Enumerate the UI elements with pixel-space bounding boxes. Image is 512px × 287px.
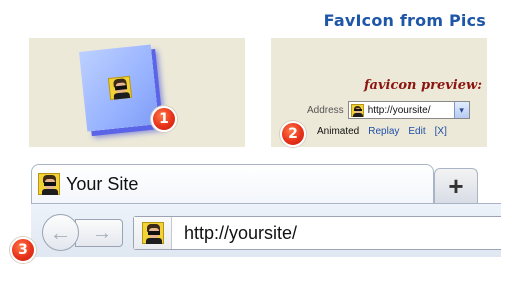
page-title: FavIcon from Pics: [323, 11, 486, 30]
dropdown-arrow-icon[interactable]: ▾: [453, 102, 469, 118]
url-bar[interactable]: http://yoursite/: [133, 216, 501, 250]
url-text: http://yoursite/: [184, 222, 298, 243]
forward-arrow-icon[interactable]: →: [75, 219, 123, 247]
new-tab-icon[interactable]: +: [434, 168, 478, 203]
replay-link[interactable]: Replay: [368, 126, 399, 137]
edit-link[interactable]: Edit: [408, 126, 425, 137]
favicon-source-panel: 1: [29, 38, 245, 147]
step-badge-1: 1: [151, 106, 177, 132]
tab-title: Your Site: [66, 173, 139, 194]
back-arrow-icon[interactable]: ←: [42, 214, 79, 251]
close-link[interactable]: [X]: [435, 126, 447, 137]
navigation-toolbar: → ← http://yoursite/: [31, 203, 501, 257]
favicon-icon: [38, 173, 60, 195]
preview-label: favicon preview:: [363, 78, 482, 93]
step-badge-3: 3: [10, 237, 36, 263]
preview-address-row: Address http://yoursite/ ▾: [307, 101, 470, 119]
favicon-icon: [107, 75, 133, 100]
favicon-icon: [350, 103, 364, 117]
animated-label: Animated: [317, 126, 360, 137]
address-label: Address: [307, 104, 344, 116]
picture-tile: [79, 44, 159, 132]
preview-actions: Animated Replay Edit [X]: [317, 126, 447, 137]
site-identity-button[interactable]: [134, 217, 172, 249]
favicon-icon: [141, 222, 164, 244]
preview-address-field[interactable]: http://yoursite/ ▾: [347, 101, 470, 119]
browser-tab[interactable]: Your Site: [31, 164, 434, 203]
favicon-preview-panel: favicon preview: Address http://yoursite…: [271, 38, 487, 147]
step-badge-2: 2: [280, 121, 306, 147]
preview-url: http://yoursite/: [367, 104, 431, 116]
